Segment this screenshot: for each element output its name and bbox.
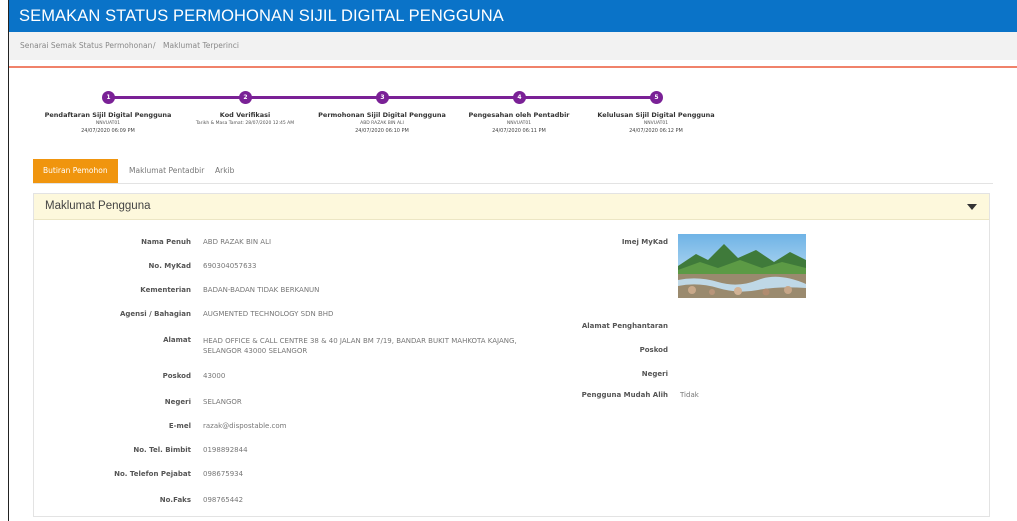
label-emel: E-mel [168,422,191,430]
window-edge [8,0,9,521]
label-tel-bimbit: No. Tel. Bimbit [133,446,191,454]
step-2-title: Kod Verifikasi [219,111,271,119]
value-tel-bimbit: 0198892844 [203,446,248,454]
step-4-title: Pengesahan oleh Pentadbir [468,111,570,119]
page-header: SEMAKAN STATUS PERMOHONAN SIJIL DIGITAL … [9,0,1017,32]
step-1-title: Pendaftaran Sijil Digital Pengguna [44,111,172,119]
breadcrumb-item-list[interactable]: Senarai Semak Status Permohonan [20,41,152,50]
label-nama-penuh: Nama Penuh [141,238,191,246]
label-poskod-penghantaran: Poskod [639,346,668,354]
step-3-sub: ABD RAZAK BIN ALI [360,121,404,126]
step-1-date: 24/07/2020 06:09 PM [81,128,135,134]
label-tel-pejabat: No. Telefon Pejabat [114,470,191,478]
label-mykad: No. MyKad [148,262,191,270]
value-kementerian: BADAN-BADAN TIDAK BERKANUN [203,286,320,294]
value-alamat: HEAD OFFICE & CALL CENTRE 38 & 40 JALAN … [203,337,517,355]
label-faks: No.Faks [159,496,191,504]
value-tel-pejabat: 098675934 [203,470,244,478]
divider [9,66,1017,68]
label-negeri-penghantaran: Negeri [641,370,668,378]
step-5-marker: 5 [650,91,663,104]
label-kementerian: Kementerian [140,286,191,294]
step-2-sub: Tarikh & Masa Tamat: 28/07/2020 12:45 AM [195,121,295,126]
tab-underline [33,183,993,184]
panel-header[interactable]: Maklumat Pengguna [34,194,989,220]
breadcrumb: Senarai Semak Status Permohonan / Maklum… [9,32,1017,60]
step-1-sub: NNVUAT01 [95,121,121,126]
tab-butiran-pemohon[interactable]: Butiran Pemohon [33,159,118,183]
caret-down-icon[interactable] [967,204,977,210]
step-4-date: 24/07/2020 06:11 PM [492,128,546,134]
panel-title: Maklumat Pengguna [45,200,151,212]
step-5-date: 24/07/2020 06:12 PM [629,128,683,134]
step-3-date: 24/07/2020 06:10 PM [355,128,409,134]
label-alamat: Alamat [163,336,191,344]
step-2-marker: 2 [239,91,252,104]
landscape-photo-icon [678,234,806,298]
step-5-sub: NNVUAT01 [643,121,669,126]
step-3-marker: 3 [376,91,389,104]
breadcrumb-item-detail: Maklumat Terperinci [163,41,239,50]
label-imej-mykad: Imej MyKad [621,238,668,246]
mykad-image[interactable] [678,234,806,298]
value-emel: razak@dispostable.com [203,422,287,430]
breadcrumb-separator: / [153,41,156,50]
value-nama-penuh: ABD RAZAK BIN ALI [203,238,272,246]
tab-arkib[interactable]: Arkib [205,159,244,183]
label-pengguna-mudah-alih: Pengguna Mudah Alih [581,391,668,399]
value-pengguna-mudah-alih: Tidak [680,391,699,399]
label-poskod: Poskod [162,372,191,380]
label-alamat-penghantaran: Alamat Penghantaran [581,322,668,330]
label-agensi: Agensi / Bahagian [119,310,191,318]
value-mykad: 690304057633 [203,262,257,270]
value-faks: 098765442 [203,496,244,504]
value-poskod: 43000 [203,372,226,380]
value-negeri: SELANGOR [203,398,242,406]
step-1-marker: 1 [102,91,115,104]
step-4-sub: NNVUAT01 [506,121,532,126]
page-title: SEMAKAN STATUS PERMOHONAN SIJIL DIGITAL … [19,7,504,25]
label-negeri: Negeri [164,398,191,406]
value-agensi: AUGMENTED TECHNOLOGY SDN BHD [203,310,334,318]
step-5-title: Kelulusan Sijil Digital Pengguna [597,111,715,119]
tab-maklumat-pentadbir[interactable]: Maklumat Pentadbir [119,159,214,183]
step-4-marker: 4 [513,91,526,104]
step-3-title: Permohonan Sijil Digital Pengguna [318,111,446,119]
